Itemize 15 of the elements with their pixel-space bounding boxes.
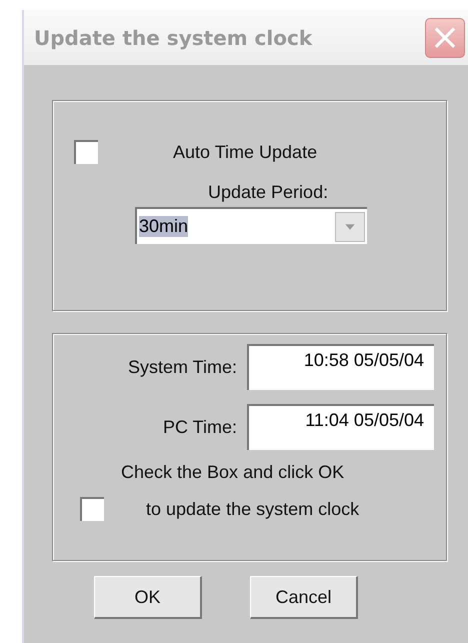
ok-button[interactable]: OK	[94, 576, 202, 619]
update-clock-label: to update the system clock	[146, 498, 360, 520]
auto-update-label: Auto Time Update	[173, 142, 318, 162]
instruction-text: Check the Box and click OK	[121, 462, 344, 483]
time-label: System Time:	[128, 356, 237, 378]
update-period-label: Update Period:	[208, 182, 328, 203]
time-field[interactable]: 10:58 05/05/04	[247, 344, 434, 390]
period-value: 30min	[139, 216, 188, 237]
checkbox[interactable]	[74, 140, 98, 164]
checkbox[interactable]	[80, 497, 104, 521]
time-label: PC Time:	[162, 416, 237, 438]
window-title: Update the system clock	[34, 26, 312, 50]
time-field[interactable]: 11:04 05/05/04	[247, 404, 434, 450]
update-period-dropdown[interactable]: 30min	[135, 207, 367, 244]
cancel-button[interactable]: Cancel	[250, 576, 358, 619]
